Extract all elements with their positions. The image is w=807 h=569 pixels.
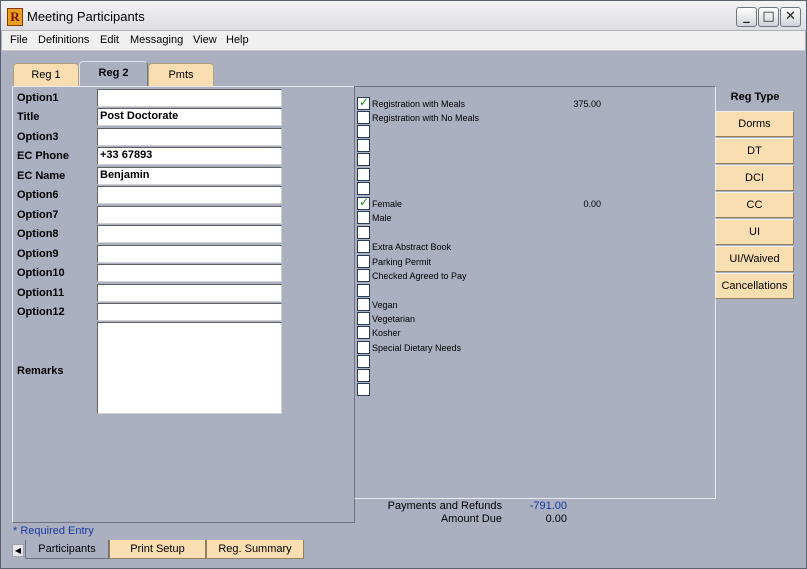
field-input-option8[interactable] [97,225,282,243]
field-label-option7: Option7 [17,209,59,221]
menu-view[interactable]: View [193,34,217,46]
reg-type-button-dt[interactable]: DT [715,138,794,164]
remarks-label: Remarks [17,365,64,377]
checkbox-label: Registration with No Meals [372,113,480,123]
field-label-ec-phone: EC Phone [17,150,69,162]
tab-reg1[interactable]: Reg 1 [13,63,79,86]
checkbox[interactable] [357,355,370,368]
checkbox[interactable] [357,383,370,396]
window-title: Meeting Participants [27,9,145,24]
reg-type-button-ui-waived[interactable]: UI/Waived [715,246,794,272]
minimize-icon[interactable]: _ [736,7,757,27]
checkbox[interactable] [357,312,370,325]
amount-due-label: Amount Due [440,513,502,525]
checkbox[interactable] [357,226,370,239]
app-logo-icon: R [7,8,23,26]
tab-print-setup[interactable]: Print Setup [109,540,206,559]
checkbox[interactable] [357,298,370,311]
checkbox[interactable] [357,269,370,282]
checkbox-label: Extra Abstract Book [372,242,452,252]
payments-refunds-value: -791.00 [529,500,567,512]
checkbox[interactable] [357,139,370,152]
field-input-option1[interactable] [97,89,282,107]
field-input-option12[interactable] [97,303,282,321]
checkbox-label: Vegan [372,300,398,310]
close-icon[interactable]: ✕ [780,7,801,27]
checkbox-label: Kosher [372,328,401,338]
menu-file[interactable]: File [10,34,28,46]
amount-due-value: 0.00 [545,513,567,525]
reg-type-button-cc[interactable]: CC [715,192,794,218]
field-label-option1: Option1 [17,92,59,104]
checkbox-amount: 375.00 [573,99,601,109]
tab-pmts[interactable]: Pmts [148,63,214,86]
checkbox[interactable] [357,284,370,297]
checkbox-label: Registration with Meals [372,99,466,109]
main-window: R Meeting Participants _ □ ✕ File Defini… [0,0,807,569]
tab-participants[interactable]: Participants [25,540,109,559]
checkbox[interactable] [357,369,370,382]
remarks-textarea[interactable] [97,322,282,414]
field-label-option6: Option6 [17,189,59,201]
checkbox[interactable] [357,111,370,124]
reg-type-button-dci[interactable]: DCI [715,165,794,191]
checkbox[interactable] [357,341,370,354]
field-label-ec-name: EC Name [17,170,66,182]
field-label-option9: Option9 [17,248,59,260]
field-label-option3: Option3 [17,131,59,143]
checkbox[interactable]: ✓ [357,195,370,210]
field-input-title[interactable]: Post Doctorate [97,108,282,126]
checkbox-label: Vegetarian [372,314,416,324]
menu-definitions[interactable]: Definitions [38,34,89,46]
field-input-option7[interactable] [97,206,282,224]
field-label-option10: Option10 [17,267,65,279]
options-panel [354,86,716,499]
checkbox-label: Parking Permit [372,257,432,267]
menu-help[interactable]: Help [226,34,249,46]
field-input-option6[interactable] [97,186,282,204]
menu-bar: File Definitions Edit Messaging View Hel… [2,31,805,51]
checkbox-label: Special Dietary Needs [372,343,462,353]
checkbox[interactable] [357,182,370,195]
scroll-left-icon[interactable]: ◀ [12,544,24,557]
checkbox[interactable] [357,168,370,181]
checkbox[interactable] [357,255,370,268]
field-input-option11[interactable] [97,284,282,302]
menu-edit[interactable]: Edit [100,34,119,46]
checkmark-icon: ✓ [359,95,370,109]
checkbox[interactable] [357,125,370,138]
checkbox[interactable]: ✓ [357,95,370,110]
field-label-option11: Option11 [17,287,65,299]
field-input-ec-phone[interactable]: +33 67893 [97,147,282,165]
field-input-option3[interactable] [97,128,282,146]
checkbox[interactable] [357,211,370,224]
field-label-title: Title [17,111,40,123]
menu-messaging[interactable]: Messaging [130,34,183,46]
checkbox[interactable] [357,240,370,253]
payments-refunds-label: Payments and Refunds [387,500,502,512]
tab-reg2[interactable]: Reg 2 [79,61,148,87]
field-input-option10[interactable] [97,264,282,282]
checkbox[interactable] [357,153,370,166]
field-label-option8: Option8 [17,228,59,240]
reg-type-button-ui[interactable]: UI [715,219,794,245]
checkbox-amount: 0.00 [583,199,601,209]
field-input-ec-name[interactable]: Benjamin [97,167,282,185]
reg-type-title: Reg Type [730,91,780,103]
title-bar[interactable]: R Meeting Participants _ □ ✕ [1,1,806,31]
checkbox[interactable] [357,326,370,339]
field-label-option12: Option12 [17,306,65,318]
reg-type-button-dorms[interactable]: Dorms [715,111,794,137]
maximize-icon[interactable]: □ [758,7,779,27]
checkbox-label: Female [372,199,403,209]
checkmark-icon: ✓ [359,195,370,209]
field-input-option9[interactable] [97,245,282,263]
required-entry-note: * Required Entry [13,525,94,537]
reg-type-button-cancellations[interactable]: Cancellations [715,273,794,299]
tab-reg-summary[interactable]: Reg. Summary [206,540,304,559]
checkbox-label: Checked Agreed to Pay [372,271,467,281]
checkbox-label: Male [372,213,392,223]
